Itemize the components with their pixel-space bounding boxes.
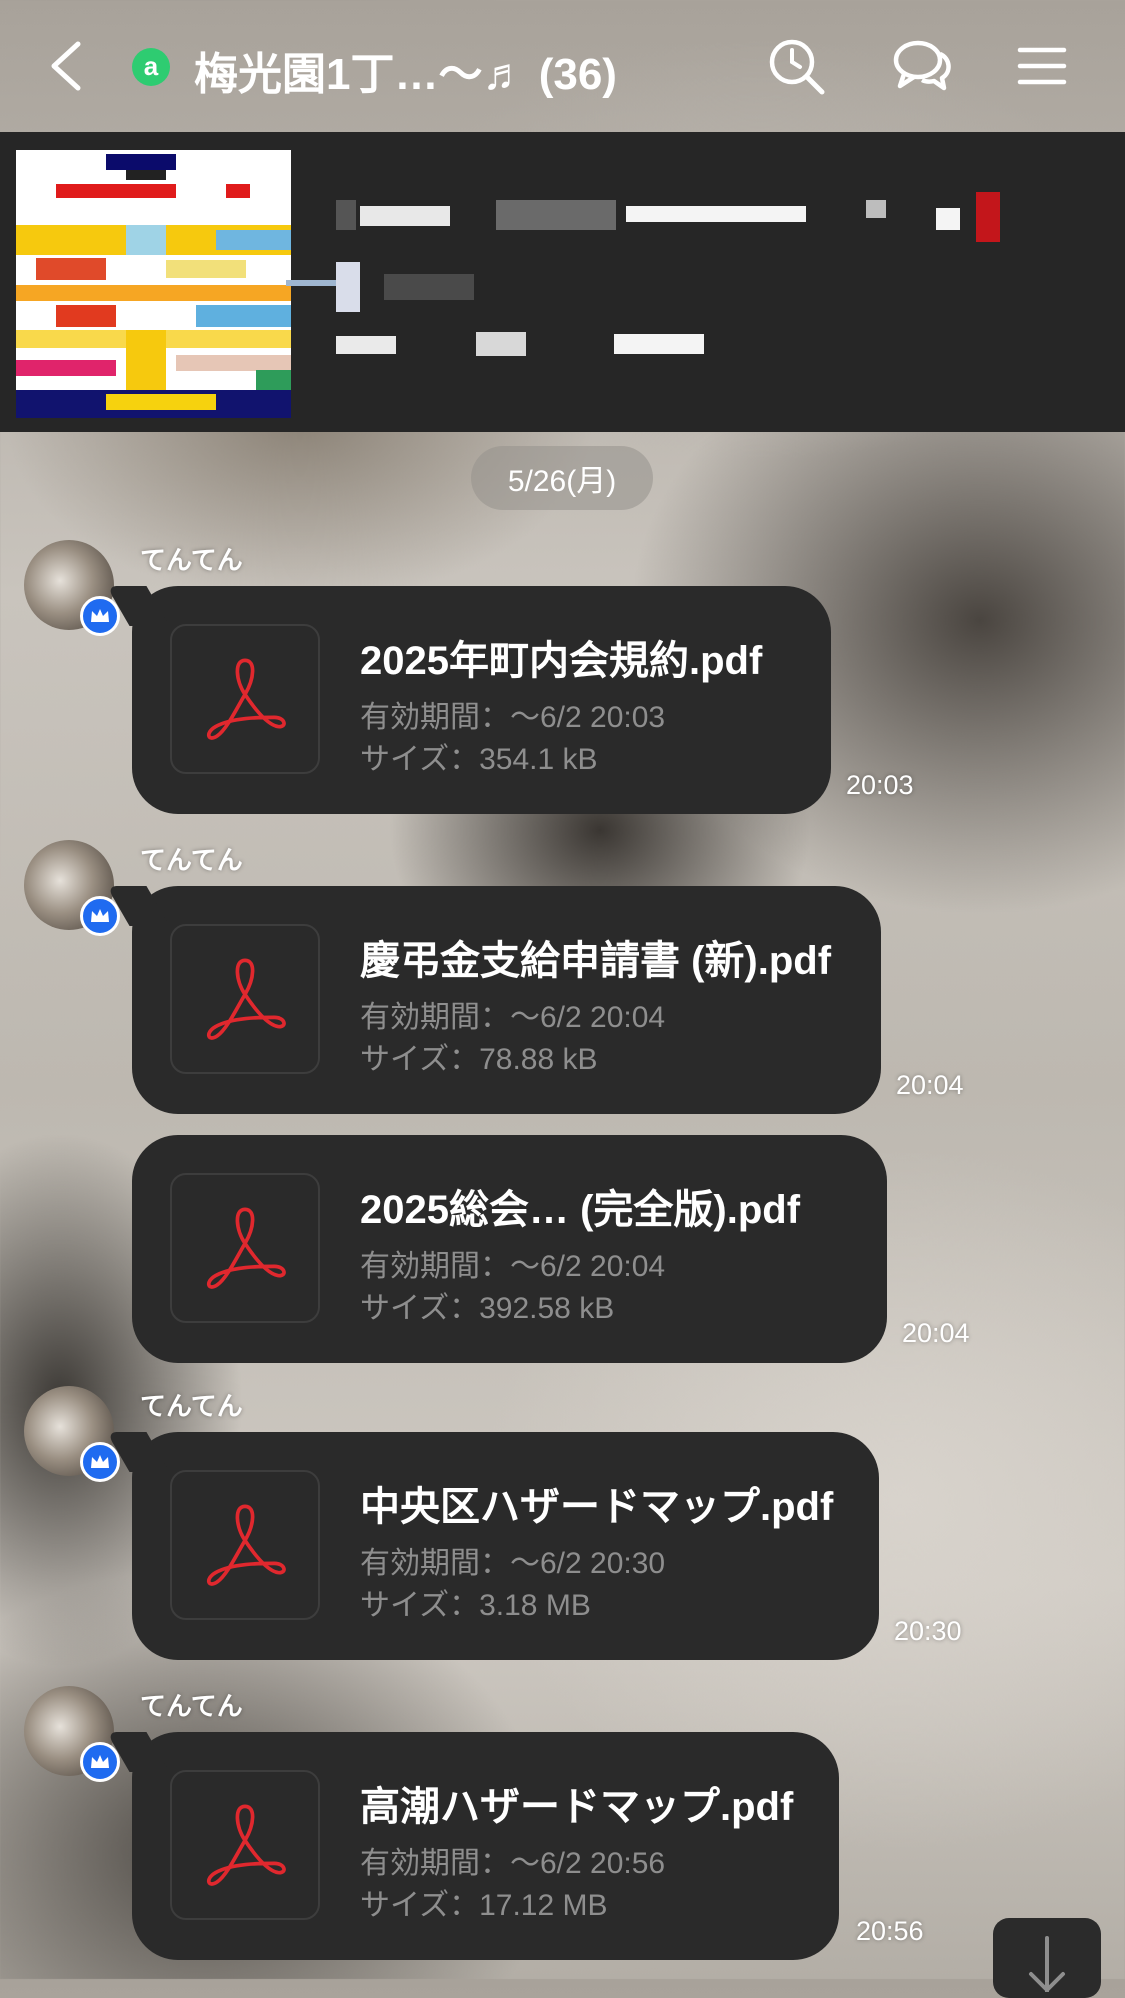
file-expiry: 有効期間：〜6/2 20:03 xyxy=(360,701,666,734)
menu-button[interactable] xyxy=(1010,34,1074,98)
file-message-bubble[interactable]: 2025年町内会規約.pdf 有効期間：〜6/2 20:03 サイズ：354.1… xyxy=(132,586,831,814)
file-name: 高潮ハザードマップ.pdf xyxy=(360,1785,794,1829)
file-expiry: 有効期間：〜6/2 20:30 xyxy=(360,1547,666,1580)
sender-name: てんてん xyxy=(140,1691,243,1721)
file-message-bubble[interactable]: 高潮ハザードマップ.pdf 有効期間：〜6/2 20:56 サイズ：17.12 … xyxy=(132,1732,839,1960)
history-search-button[interactable] xyxy=(764,34,828,98)
file-name: 慶弔金支給申請書 (新).pdf xyxy=(360,939,832,983)
menu-icon xyxy=(1017,47,1067,85)
file-size: サイズ：354.1 kB xyxy=(360,743,598,776)
file-message-bubble[interactable]: 慶弔金支給申請書 (新).pdf 有効期間：〜6/2 20:04 サイズ：78.… xyxy=(132,886,881,1114)
file-size: サイズ：78.88 kB xyxy=(360,1043,598,1076)
file-message-bubble[interactable]: 中央区ハザードマップ.pdf 有効期間：〜6/2 20:30 サイズ：3.18 … xyxy=(132,1432,879,1660)
chat-bubbles-icon xyxy=(893,40,951,91)
message-time: 20:03 xyxy=(846,770,914,800)
sender-name: てんてん xyxy=(140,545,243,575)
avatar[interactable] xyxy=(24,1386,120,1482)
pdf-file-icon xyxy=(170,1173,320,1323)
scroll-to-bottom-button[interactable] xyxy=(993,1918,1101,1998)
avatar[interactable] xyxy=(24,540,120,636)
crown-icon xyxy=(80,1742,120,1782)
date-separator: 5/26(月) xyxy=(471,446,653,510)
pdf-file-icon xyxy=(170,1770,320,1920)
message-time: 20:30 xyxy=(894,1616,962,1646)
arrow-down-icon xyxy=(1029,1936,1065,1992)
file-size: サイズ：392.58 kB xyxy=(360,1292,615,1325)
chat-header: a 梅光園1丁…〜♬ (36) xyxy=(0,0,1125,132)
file-size: サイズ：3.18 MB xyxy=(360,1589,591,1622)
avatar[interactable] xyxy=(24,840,120,936)
file-expiry: 有効期間：〜6/2 20:04 xyxy=(360,1001,666,1034)
crown-icon xyxy=(80,896,120,936)
badge-letter: a xyxy=(143,50,159,81)
pdf-file-icon xyxy=(170,924,320,1074)
message-time: 20:56 xyxy=(856,1916,924,1946)
history-search-icon xyxy=(769,39,825,95)
file-name: 2025総会… (完全版).pdf xyxy=(360,1188,801,1232)
chats-button[interactable] xyxy=(890,34,954,98)
pinned-announcement[interactable] xyxy=(0,132,1125,432)
sender-name: てんてん xyxy=(140,845,243,875)
file-name: 中央区ハザードマップ.pdf xyxy=(360,1485,834,1529)
official-account-badge: a xyxy=(132,48,170,86)
pinned-thumbnail xyxy=(16,150,291,418)
chat-title[interactable]: 梅光園1丁…〜♬ (36) xyxy=(194,38,617,102)
pdf-file-icon xyxy=(170,624,320,774)
sender-name: てんてん xyxy=(140,1391,243,1421)
crown-icon xyxy=(80,596,120,636)
message-time: 20:04 xyxy=(902,1318,970,1348)
pdf-file-icon xyxy=(170,1470,320,1620)
pinned-redacted-text xyxy=(286,192,1036,392)
message-time: 20:04 xyxy=(896,1070,964,1100)
back-button[interactable] xyxy=(40,36,96,96)
file-size: サイズ：17.12 MB xyxy=(360,1889,608,1922)
back-icon xyxy=(51,41,81,91)
file-expiry: 有効期間：〜6/2 20:56 xyxy=(360,1847,666,1880)
file-expiry: 有効期間：〜6/2 20:04 xyxy=(360,1250,666,1283)
file-message-bubble[interactable]: 2025総会… (完全版).pdf 有効期間：〜6/2 20:04 サイズ：39… xyxy=(132,1135,887,1363)
avatar[interactable] xyxy=(24,1686,120,1782)
file-name: 2025年町内会規約.pdf xyxy=(360,639,763,683)
crown-icon xyxy=(80,1442,120,1482)
